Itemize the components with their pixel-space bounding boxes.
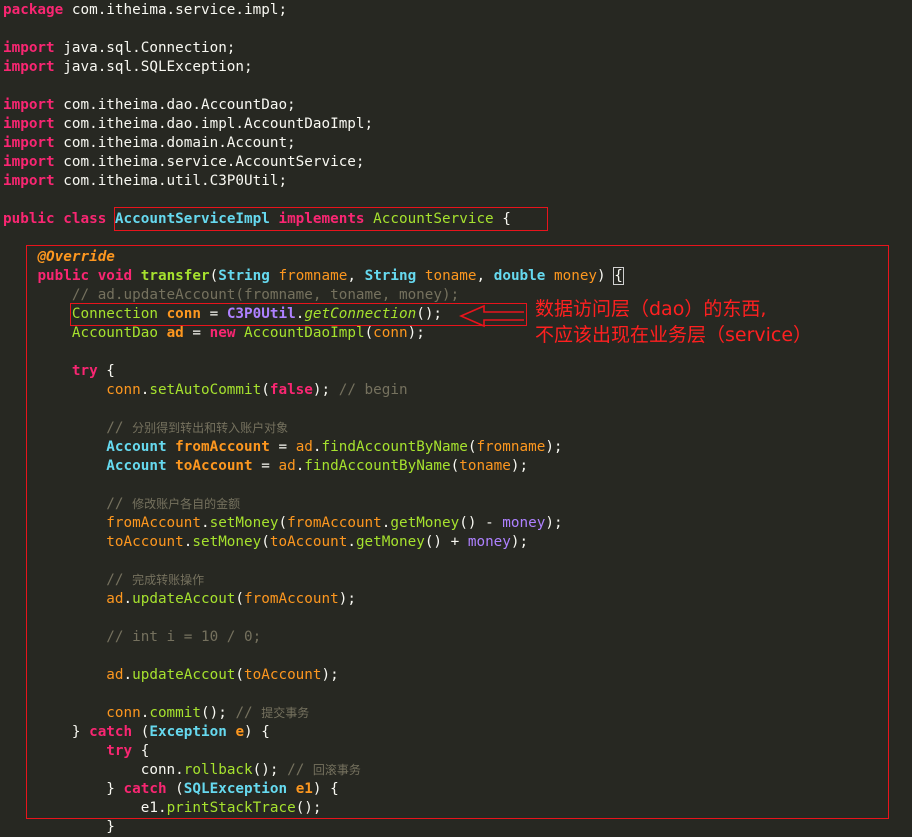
annotation-note-line-1: 数据访问层（dao）的东西,: [535, 298, 767, 320]
code-line-import: import com.itheima.util.C3P0Util;: [3, 173, 288, 189]
code-line-import: import java.sql.SQLException;: [3, 59, 253, 75]
code-line-package: package com.itheima.service.impl;: [3, 2, 288, 18]
code-line-import: import com.itheima.dao.impl.AccountDaoIm…: [3, 116, 374, 132]
left-arrow-icon: [458, 304, 524, 328]
code-line-import: import com.itheima.dao.AccountDao;: [3, 97, 296, 113]
code-line-import: import com.itheima.service.AccountServic…: [3, 154, 365, 170]
code-line-import: import com.itheima.domain.Account;: [3, 135, 296, 151]
class-declaration-highlight-box: [114, 207, 548, 231]
annotation-note: 数据访问层（dao）的东西, 不应该出现在业务层（service）: [535, 296, 812, 348]
code-line-closing-brace: }: [106, 819, 115, 835]
code-line-import: import java.sql.Connection;: [3, 40, 236, 56]
annotation-note-line-2: 不应该出现在业务层（service）: [535, 324, 813, 346]
